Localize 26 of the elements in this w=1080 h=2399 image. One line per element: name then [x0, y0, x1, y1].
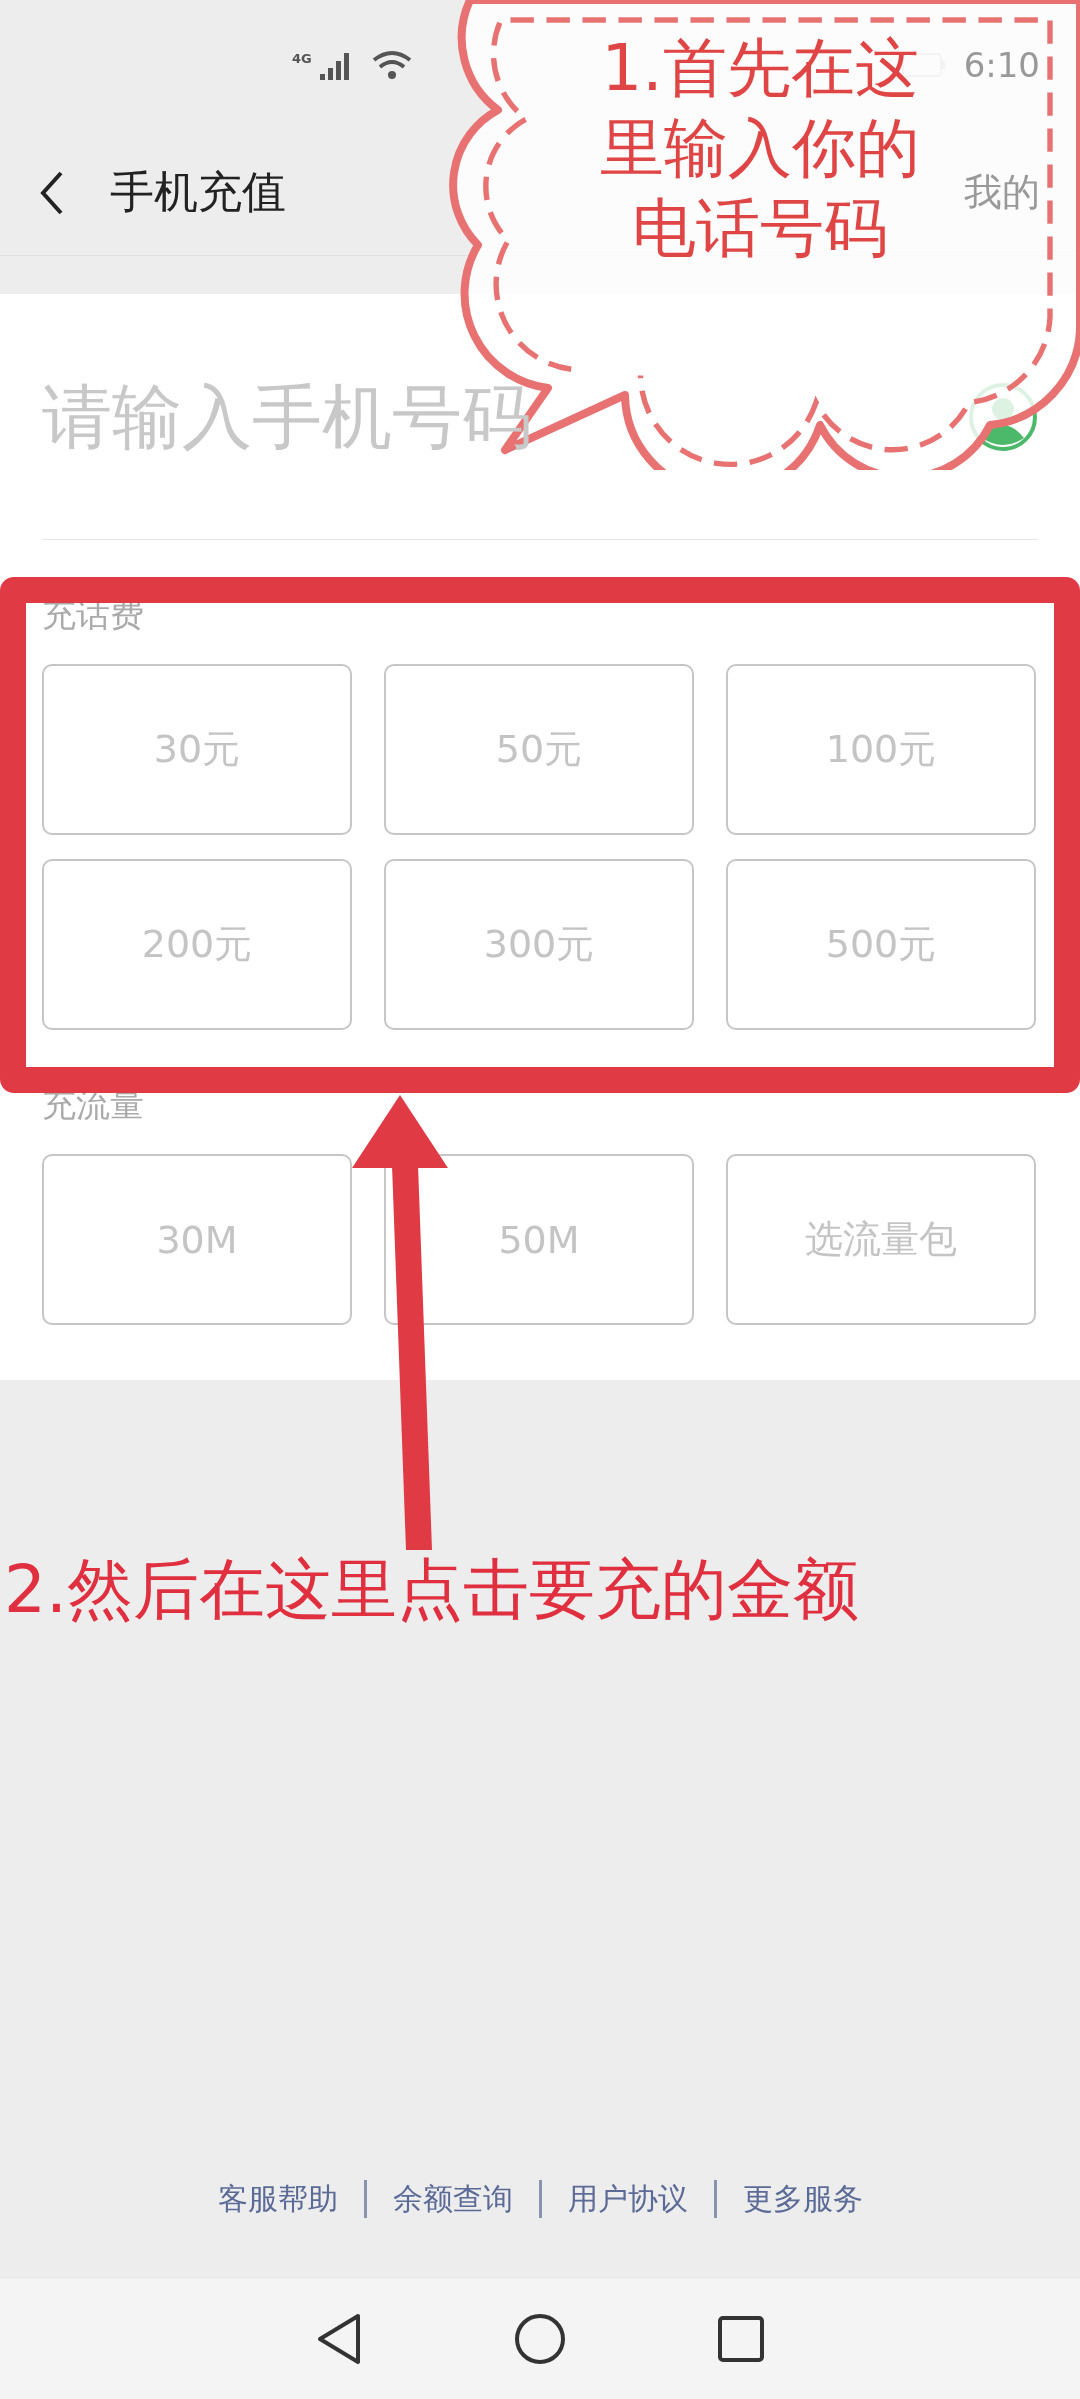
back-triangle-icon[interactable] — [316, 2313, 362, 2365]
amount-option[interactable]: 选流量包 — [726, 1154, 1036, 1325]
amount-option[interactable]: 500元 — [726, 859, 1036, 1030]
back-icon[interactable] — [40, 170, 64, 215]
footer-link[interactable]: 更多服务 — [713, 2180, 889, 2218]
my-link[interactable]: 我的 — [964, 167, 1040, 218]
callout-text: 1.首先在这 — [601, 30, 919, 107]
amount-option[interactable]: 50M — [384, 1154, 694, 1325]
amount-option[interactable]: 30元 — [42, 664, 352, 835]
footer-link[interactable]: 客服帮助 — [191, 2180, 364, 2218]
recents-square-icon[interactable] — [718, 2316, 764, 2362]
amount-option[interactable]: 300元 — [384, 859, 694, 1030]
network-label: 4G — [292, 50, 312, 66]
amount-option[interactable]: 30M — [42, 1154, 352, 1325]
home-circle-icon[interactable] — [514, 2313, 566, 2365]
status-time: 6:10 — [963, 45, 1040, 85]
footer-link[interactable]: 用户协议 — [538, 2180, 714, 2218]
callout-text: 电话号码 — [632, 190, 888, 267]
amount-option[interactable]: 50元 — [384, 664, 694, 835]
amount-option[interactable]: 200元 — [42, 859, 352, 1030]
amount-option[interactable]: 100元 — [726, 664, 1036, 835]
annotation-caption: 2.然后在这里点击要充的金额 — [4, 1550, 859, 1630]
footer-link[interactable]: 余额查询 — [363, 2180, 539, 2218]
wifi-icon — [371, 50, 412, 80]
page-title: 手机充值 — [110, 165, 286, 219]
callout-text: 里输入你的 — [600, 110, 920, 187]
